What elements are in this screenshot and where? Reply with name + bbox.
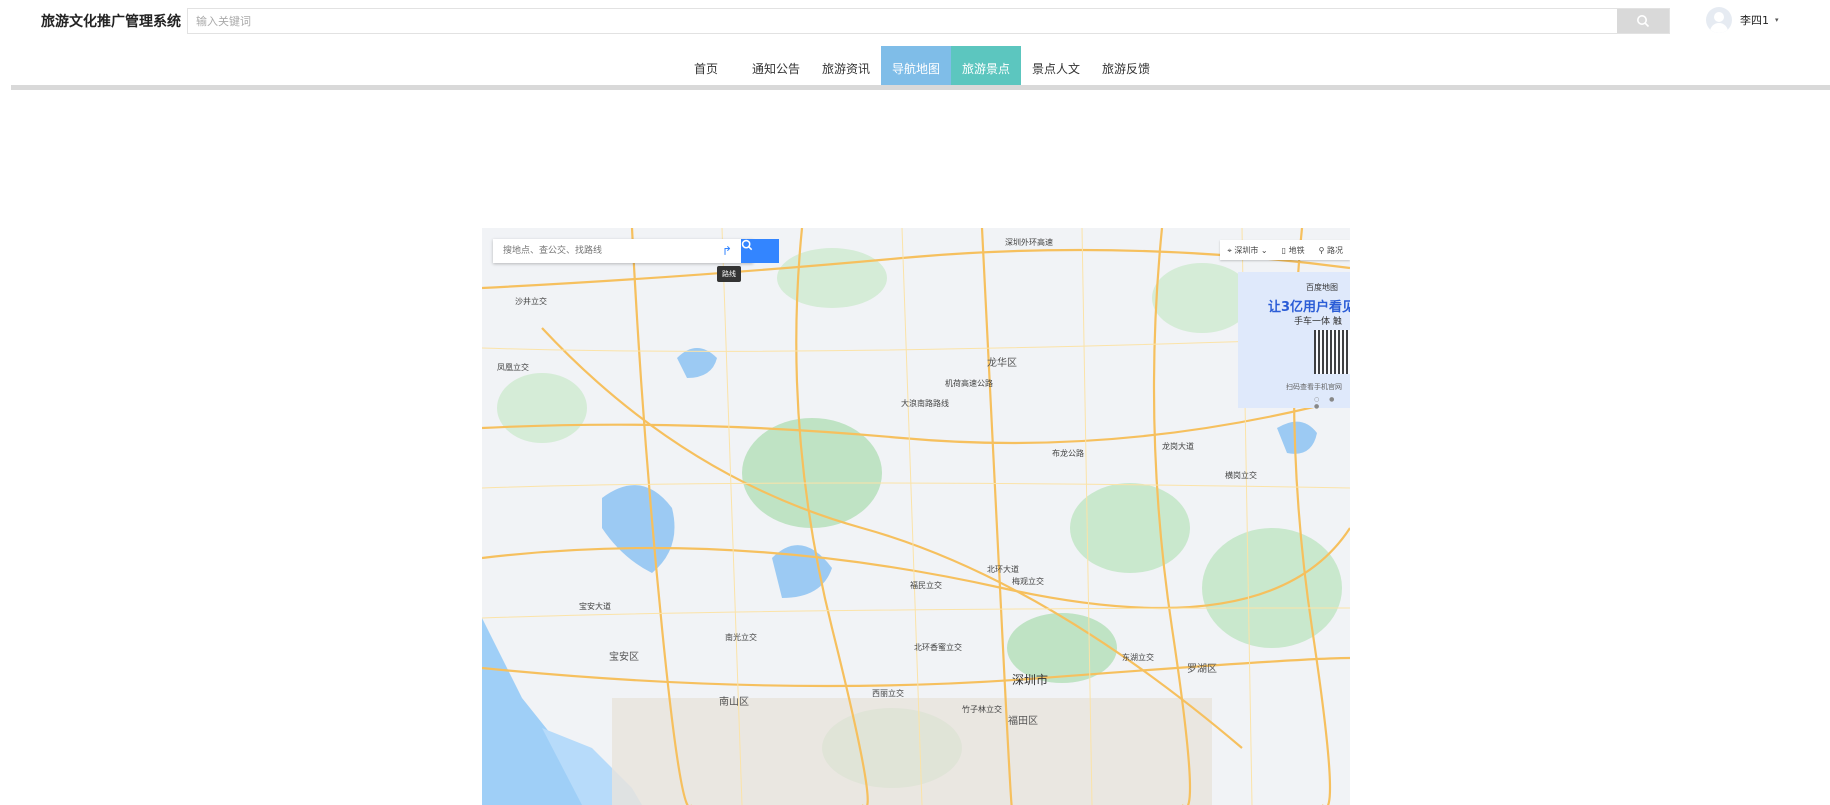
user-menu[interactable]: 李四1 ▾ bbox=[1706, 7, 1779, 33]
nav-item-3[interactable]: 导航地图 bbox=[881, 46, 951, 90]
traffic-toggle[interactable]: ⚲ 路况 bbox=[1312, 245, 1350, 256]
map-place-label[interactable]: 罗湖区 bbox=[1187, 660, 1217, 675]
map-place-label[interactable]: 凤凰立交 bbox=[497, 362, 529, 373]
map-place-label[interactable]: 福田区 bbox=[1008, 712, 1038, 727]
ad-headline: 让3亿用户看见 bbox=[1268, 300, 1350, 315]
map-search-box: ↱ bbox=[493, 239, 753, 263]
search-icon bbox=[1637, 15, 1650, 28]
map-place-label[interactable]: 宝安大道 bbox=[579, 601, 611, 612]
map-place-label[interactable]: 深圳市 bbox=[1012, 671, 1048, 688]
nav-item-label: 旅游景点 bbox=[961, 61, 1010, 76]
map-place-label[interactable]: 沙井立交 bbox=[515, 296, 547, 307]
map-canvas[interactable] bbox=[482, 228, 1350, 805]
map-place-label[interactable]: 北环香蜜立交 bbox=[914, 642, 962, 653]
ad-banner[interactable]: 百度地图 让3亿用户看见 手车一体 触 扫码查看手机官网 ○ ● ● bbox=[1238, 272, 1350, 410]
ad-pagination[interactable]: ○ ● ● bbox=[1314, 396, 1350, 410]
map-place-label[interactable]: 梅观立交 bbox=[1012, 576, 1044, 587]
map-search-button[interactable] bbox=[741, 239, 779, 263]
search-icon bbox=[741, 239, 753, 251]
site-title: 旅游文化推广管理系统 bbox=[41, 14, 181, 30]
qr-code bbox=[1314, 330, 1350, 374]
route-icon[interactable]: ↱ bbox=[715, 239, 739, 263]
map-place-label[interactable]: 宝安区 bbox=[609, 648, 639, 663]
avatar[interactable] bbox=[1706, 7, 1732, 33]
top-bar: 旅游文化推广管理系统 李四1 ▾ bbox=[0, 0, 1830, 42]
map-place-label[interactable]: 机荷高速公路 bbox=[945, 378, 993, 389]
nav-item-0[interactable]: 首页 bbox=[671, 46, 741, 90]
nav-item-label: 旅游资讯 bbox=[821, 61, 870, 76]
map-place-label[interactable]: 大浪南路路线 bbox=[901, 398, 949, 409]
user-name[interactable]: 李四1 bbox=[1740, 12, 1769, 28]
nav-item-1[interactable]: 通知公告 bbox=[741, 46, 811, 90]
ad-brand: 百度地图 bbox=[1306, 283, 1338, 292]
nav-item-label: 首页 bbox=[693, 61, 718, 76]
map-search-input[interactable] bbox=[501, 245, 715, 257]
map-place-label[interactable]: 横岗立交 bbox=[1225, 470, 1257, 481]
search-button[interactable] bbox=[1617, 9, 1669, 33]
map-toolbar: ⌖ 深圳市 ⌄ ▯ 地铁 ⚲ 路况 bbox=[1220, 240, 1350, 260]
map-view[interactable]: 龙华区 宝安区 南山区 深圳市 罗湖区 福田区 大浪南路路线 机荷高速公路 深圳外环高速 横岗立交… bbox=[482, 228, 1350, 805]
nav-item-label: 导航地图 bbox=[891, 61, 940, 76]
map-place-label[interactable]: 龙华区 bbox=[987, 354, 1017, 369]
map-place-label[interactable]: 东湖立交 bbox=[1122, 652, 1154, 663]
nav-item-label: 景点人文 bbox=[1031, 61, 1080, 76]
nav-divider bbox=[11, 85, 1830, 90]
city-selector[interactable]: ⌖ 深圳市 ⌄ bbox=[1220, 245, 1274, 256]
nav-item-4[interactable]: 旅游景点 bbox=[951, 46, 1021, 90]
traffic-icon: ⚲ bbox=[1318, 245, 1327, 255]
global-search bbox=[187, 8, 1670, 34]
map-place-label[interactable]: 竹子林立交 bbox=[962, 704, 1002, 715]
city-label: 深圳市 bbox=[1234, 245, 1259, 255]
ad-subline: 手车一体 触 bbox=[1294, 317, 1342, 327]
route-tooltip: 路线 bbox=[717, 266, 741, 282]
nav-item-6[interactable]: 旅游反馈 bbox=[1091, 46, 1161, 90]
traffic-label: 路况 bbox=[1327, 245, 1343, 255]
ad-note: 扫码查看手机官网 bbox=[1286, 383, 1342, 391]
map-place-label[interactable]: 北环大道 bbox=[987, 564, 1019, 575]
nav-item-label: 旅游反馈 bbox=[1101, 61, 1150, 76]
nav-item-2[interactable]: 旅游资讯 bbox=[811, 46, 881, 90]
nav-item-label: 通知公告 bbox=[751, 61, 800, 76]
subway-label: 地铁 bbox=[1288, 245, 1305, 255]
map-place-label[interactable]: 布龙公路 bbox=[1052, 448, 1084, 459]
map-place-label[interactable]: 龙岗大道 bbox=[1162, 441, 1194, 452]
main-nav: 首页 通知公告 旅游资讯 导航地图 旅游景点 景点人文 旅游反馈 bbox=[671, 46, 1161, 90]
map-place-label[interactable]: 南山区 bbox=[719, 693, 749, 708]
subway-toggle[interactable]: ▯ 地铁 bbox=[1275, 245, 1312, 256]
nav-item-5[interactable]: 景点人文 bbox=[1021, 46, 1091, 90]
map-place-label[interactable]: 深圳外环高速 bbox=[1005, 237, 1053, 248]
chevron-down-icon[interactable]: ▾ bbox=[1775, 16, 1779, 24]
subway-icon: ▯ bbox=[1281, 245, 1289, 255]
map-place-label[interactable]: 南光立交 bbox=[725, 632, 757, 643]
map-place-label[interactable]: 福民立交 bbox=[910, 580, 942, 591]
map-place-label[interactable]: 西丽立交 bbox=[872, 688, 904, 699]
search-input[interactable] bbox=[188, 9, 1634, 33]
